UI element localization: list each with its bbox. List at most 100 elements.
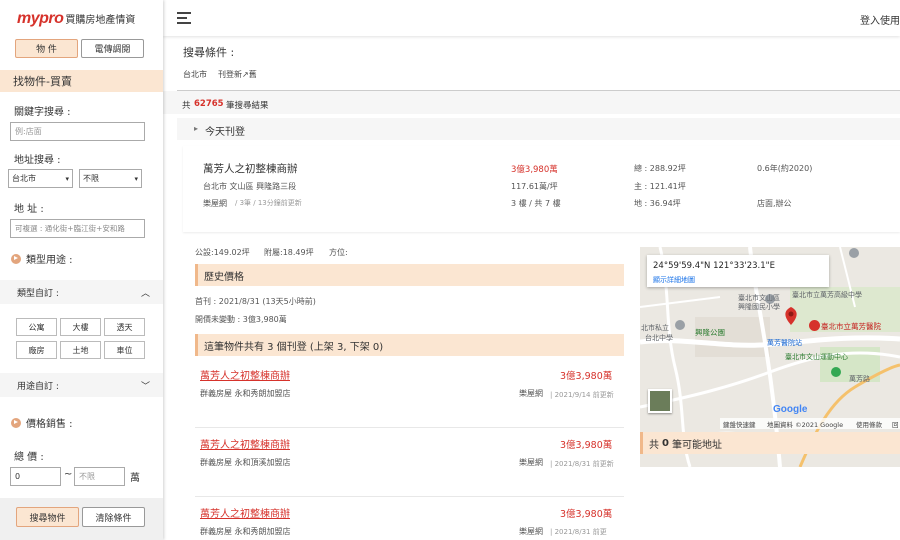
triangle-right-icon <box>11 253 21 264</box>
type-custom-toggle[interactable]: 類型自訂 : ︿ <box>0 280 163 304</box>
possible-addr-count: 0 <box>662 437 669 449</box>
sort-newest[interactable]: 刊登新↗舊 <box>218 69 257 80</box>
type-tag-apartment[interactable]: 公寓 <box>16 318 57 336</box>
sources-header: 這筆物件共有 3 個刊登 (上架 3, 下架 0) <box>195 334 624 356</box>
address-label: 地址搜尋 : <box>14 155 61 166</box>
use-custom-label: 用途自訂 : <box>17 381 59 392</box>
source-agent: 群義房屋 永和秀朗加盟店 <box>200 389 291 398</box>
map-label-park: 興隆公園 <box>695 328 725 337</box>
addr-label: 地 址 : <box>14 204 44 215</box>
type-tag-parking[interactable]: 車位 <box>104 341 145 359</box>
coords-card: 24°59'59.4"N 121°33'23.1"E 顯示詳細地圖 <box>647 255 829 287</box>
source-title[interactable]: 萬芳人之初整棟商辦 <box>200 436 290 451</box>
today-group[interactable]: ▸ 今天刊登 <box>177 118 900 140</box>
public-area: 公設:149.02坪 <box>195 248 250 257</box>
listing-use: 店面,辦公 <box>757 199 792 208</box>
login-link[interactable]: 登入使用 <box>860 12 900 27</box>
map-label-school3b: 台北中學 <box>645 334 673 342</box>
sidebar-action-bar: 搜尋物件 清除條件 <box>0 498 163 540</box>
type-tag-land[interactable]: 土地 <box>60 341 101 359</box>
keyword-label: 關鍵字搜尋 : <box>14 107 71 118</box>
logo-brand: mypro <box>17 10 64 27</box>
coords-text: 24°59'59.4"N 121°33'23.1"E <box>653 261 775 271</box>
result-count: 62765 <box>194 99 224 109</box>
addr-input[interactable]: 可複選 : 通化街+臨江街+安和路 <box>10 219 145 238</box>
breadcrumb-city[interactable]: 台北市 <box>183 69 207 80</box>
tab-telemarketing[interactable]: 電傳調閱 <box>81 39 144 58</box>
tab-property[interactable]: 物 件 <box>15 39 78 58</box>
map-label-school2b: 興隆國民小學 <box>738 303 780 311</box>
use-custom-toggle[interactable]: 用途自訂 : ﹀ <box>0 373 163 397</box>
satellite-toggle[interactable] <box>648 389 672 413</box>
possible-addr-prefix: 共 <box>649 439 659 451</box>
source-price: 3億3,980萬 <box>560 371 613 382</box>
map-label-sports: 臺北市文山運動中心 <box>785 353 848 361</box>
listing-source: 樂屋網 <box>203 199 227 208</box>
clear-button[interactable]: 清除條件 <box>82 507 145 527</box>
source-price: 3億3,980萬 <box>560 440 613 451</box>
history-price-header: 歷史價格 <box>195 264 624 286</box>
source-site: 樂屋網 <box>519 389 543 398</box>
type-section[interactable]: 類型用途 : <box>11 251 73 266</box>
chevron-down-icon: ▾ <box>65 174 69 183</box>
listing-title[interactable]: 萬芳人之初整棟商辦 <box>203 161 298 176</box>
type-tag-building[interactable]: 大樓 <box>60 318 101 336</box>
listing-total-area: 總 : 288.92坪 <box>634 164 686 173</box>
logo[interactable]: mypro 買購房地產情資 <box>17 10 135 28</box>
listing-card[interactable]: 萬芳人之初整棟商辦 台北市 文山區 興隆路三段 樂屋網 / 3筆 / 13分鐘前… <box>183 146 900 232</box>
district-select[interactable]: 不限 ▾ <box>79 169 142 188</box>
search-button[interactable]: 搜尋物件 <box>16 507 79 527</box>
terms-link[interactable]: 使用條款 <box>856 419 882 429</box>
source-title[interactable]: 萬芳人之初整棟商辦 <box>200 367 290 382</box>
google-logo: Google <box>773 404 808 415</box>
triangle-right-icon: ▸ <box>194 124 199 133</box>
menu-icon[interactable] <box>177 12 191 24</box>
city-select[interactable]: 台北市 ▾ <box>8 169 73 188</box>
source-agent: 群義房屋 永和頂溪加盟店 <box>200 458 291 467</box>
listing-address: 台北市 文山區 興隆路三段 <box>203 182 297 191</box>
listing-main-area: 主 : 121.41坪 <box>634 182 686 191</box>
main-content: 搜尋條件 : 台北市 刊登新↗舊 共 62765 筆搜尋結果 ▸ 今天刊登 萬芳… <box>163 36 900 540</box>
price-label: 價格銷售 : <box>26 419 73 430</box>
result-prefix: 共 <box>182 101 191 111</box>
source-date: 2021/8/31 前更 <box>554 528 607 536</box>
price-max-input[interactable]: 不限 <box>74 467 125 486</box>
attached-area: 附屬:18.49坪 <box>264 248 314 257</box>
logo-subtitle: 買購房地產情資 <box>65 15 136 26</box>
city-select-value: 台北市 <box>12 174 36 183</box>
source-title[interactable]: 萬芳人之初整棟商辦 <box>200 505 290 520</box>
search-condition-label: 搜尋條件 : <box>183 46 235 59</box>
section-title: 找物件-買賣 <box>0 70 163 92</box>
source-row[interactable]: 萬芳人之初整棟商辦 群義房屋 永和秀朗加盟店 3億3,980萬 樂屋網 | 20… <box>195 500 624 540</box>
price-unit: 萬 <box>130 473 140 484</box>
type-custom-label: 類型自訂 : <box>17 288 59 299</box>
source-agent: 群義房屋 永和秀朗加盟店 <box>200 527 291 536</box>
keyboard-shortcuts-link[interactable]: 鍵盤快速鍵 <box>723 419 756 429</box>
type-tag-factory[interactable]: 廠房 <box>16 341 57 359</box>
price-section[interactable]: 價格銷售 : <box>11 415 73 430</box>
source-date: 2021/8/31 前更新 <box>554 460 614 468</box>
map-label-school3: 北市私立 <box>641 324 669 332</box>
today-label: 今天刊登 <box>205 127 245 138</box>
possible-addr-suffix: 筆可能地址 <box>671 439 722 451</box>
map-label-school1: 臺北市立萬芳高級中學 <box>792 291 862 299</box>
type-label: 類型用途 : <box>26 255 73 266</box>
report-link[interactable]: 回 <box>892 419 899 429</box>
chevron-up-icon: ︿ <box>140 288 150 299</box>
price-change: 開價未變動 : 3億3,980萬 <box>195 315 287 324</box>
listing-land-area: 地 : 36.94坪 <box>634 199 681 208</box>
listing-unit-price: 117.61萬/坪 <box>511 182 558 191</box>
type-tag-townhouse[interactable]: 透天 <box>104 318 145 336</box>
listing-price: 3億3,980萬 <box>511 165 558 175</box>
keyword-input[interactable]: 例:店面 <box>10 122 145 141</box>
result-suffix: 筆搜尋結果 <box>226 101 269 111</box>
source-row[interactable]: 萬芳人之初整棟商辦 群義房屋 永和秀朗加盟店 3億3,980萬 樂屋網 | 20… <box>195 362 624 428</box>
sidebar: mypro 買購房地產情資 物 件 電傳調閱 找物件-買賣 關鍵字搜尋 : 例:… <box>0 0 163 540</box>
total-price-label: 總 價 : <box>14 452 44 463</box>
triangle-right-icon <box>11 417 21 428</box>
price-min-input[interactable]: 0 <box>10 467 61 486</box>
view-larger-link[interactable]: 顯示詳細地圖 <box>653 275 695 285</box>
source-row[interactable]: 萬芳人之初整棟商辦 群義房屋 永和頂溪加盟店 3億3,980萬 樂屋網 | 20… <box>195 431 624 497</box>
possible-address-bar: 共 0 筆可能地址 <box>640 432 900 454</box>
district-select-value: 不限 <box>83 174 99 183</box>
